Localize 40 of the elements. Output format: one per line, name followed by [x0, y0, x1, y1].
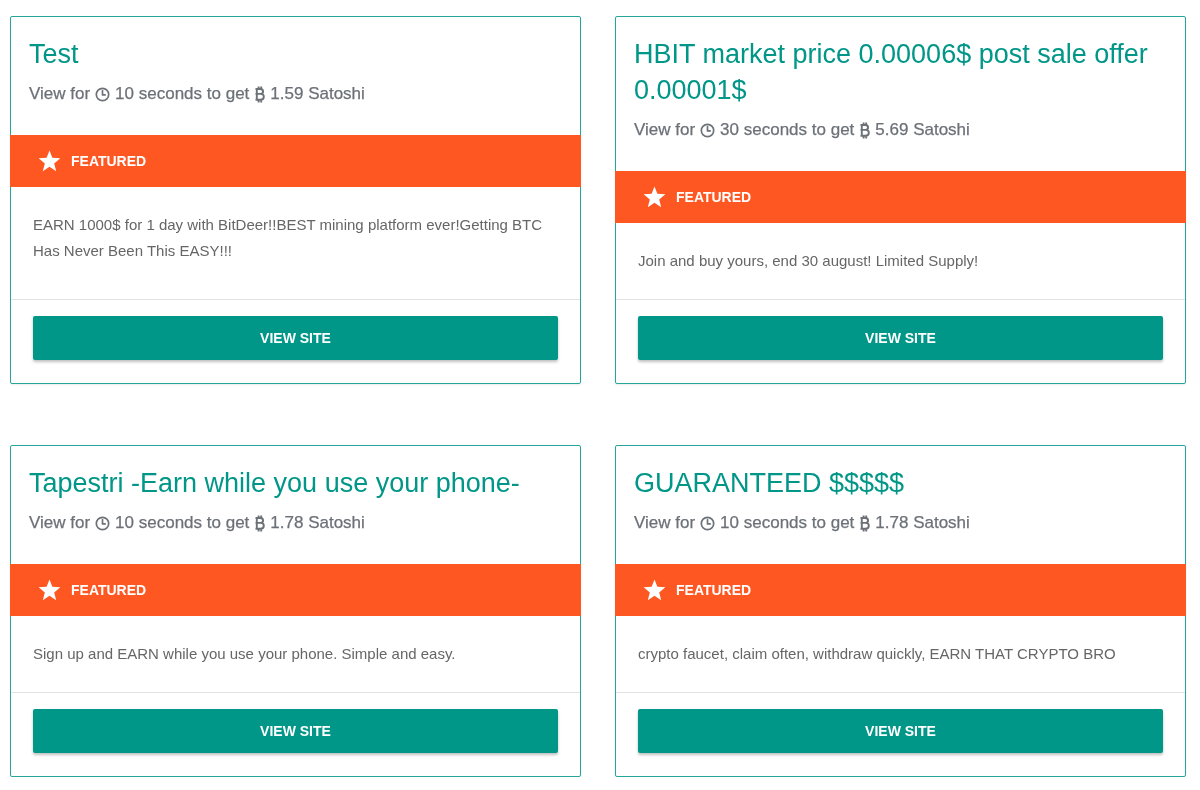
star-icon: [643, 186, 666, 208]
reward-text: 5.69 Satoshi: [875, 119, 970, 141]
view-site-button[interactable]: VIEW SITE: [638, 709, 1163, 753]
star-icon: [38, 150, 61, 172]
bitcoin-icon: [254, 514, 266, 532]
view-for-text: View for: [29, 512, 91, 534]
featured-label: FEATURED: [676, 187, 752, 207]
view-site-button[interactable]: VIEW SITE: [33, 709, 558, 753]
offer-description: EARN 1000$ for 1 day with BitDeer!!BEST mining platform ever!Getting BTC Has Never Been This EASY!!!: [32, 215, 544, 261]
view-site-button[interactable]: VIEW SITE: [33, 316, 558, 360]
view-for-text: View for: [634, 512, 696, 534]
view-for-text: View for: [29, 83, 91, 105]
bitcoin-icon: [859, 514, 871, 532]
offer-title: HBIT market price 0.00006$ post sale offer 0.00001$: [634, 38, 1149, 107]
featured-label: FEATURED: [71, 151, 147, 171]
timer-text: 10 seconds to get: [720, 512, 855, 534]
star-icon: [38, 579, 61, 601]
clock-icon: [700, 515, 716, 531]
bitcoin-icon: [859, 121, 871, 139]
featured-label: FEATURED: [71, 580, 147, 600]
clock-icon: [95, 86, 111, 102]
offer-description: Join and buy yours, end 30 august! Limited Supply!: [637, 251, 980, 271]
clock-icon: [700, 122, 716, 138]
reward-text: 1.78 Satoshi: [875, 512, 970, 534]
featured-label: FEATURED: [676, 580, 752, 600]
offer-description: crypto faucet, claim often, withdraw quickly, EARN THAT CRYPTO BRO: [637, 644, 1117, 664]
bitcoin-icon: [254, 85, 266, 103]
reward-text: 1.59 Satoshi: [270, 83, 365, 105]
star-icon: [643, 579, 666, 601]
offer-title: Tapestri -Earn while you use your phone-: [29, 467, 521, 500]
clock-icon: [95, 515, 111, 531]
view-site-button[interactable]: VIEW SITE: [638, 316, 1163, 360]
offer-title: GUARANTEED $$$$$: [634, 467, 906, 500]
timer-text: 10 seconds to get: [115, 83, 250, 105]
timer-text: 30 seconds to get: [720, 119, 855, 141]
timer-text: 10 seconds to get: [115, 512, 250, 534]
offer-description: Sign up and EARN while you use your phone. Simple and easy.: [32, 644, 457, 664]
view-for-text: View for: [634, 119, 696, 141]
offer-title: Test: [29, 38, 80, 71]
reward-text: 1.78 Satoshi: [270, 512, 365, 534]
